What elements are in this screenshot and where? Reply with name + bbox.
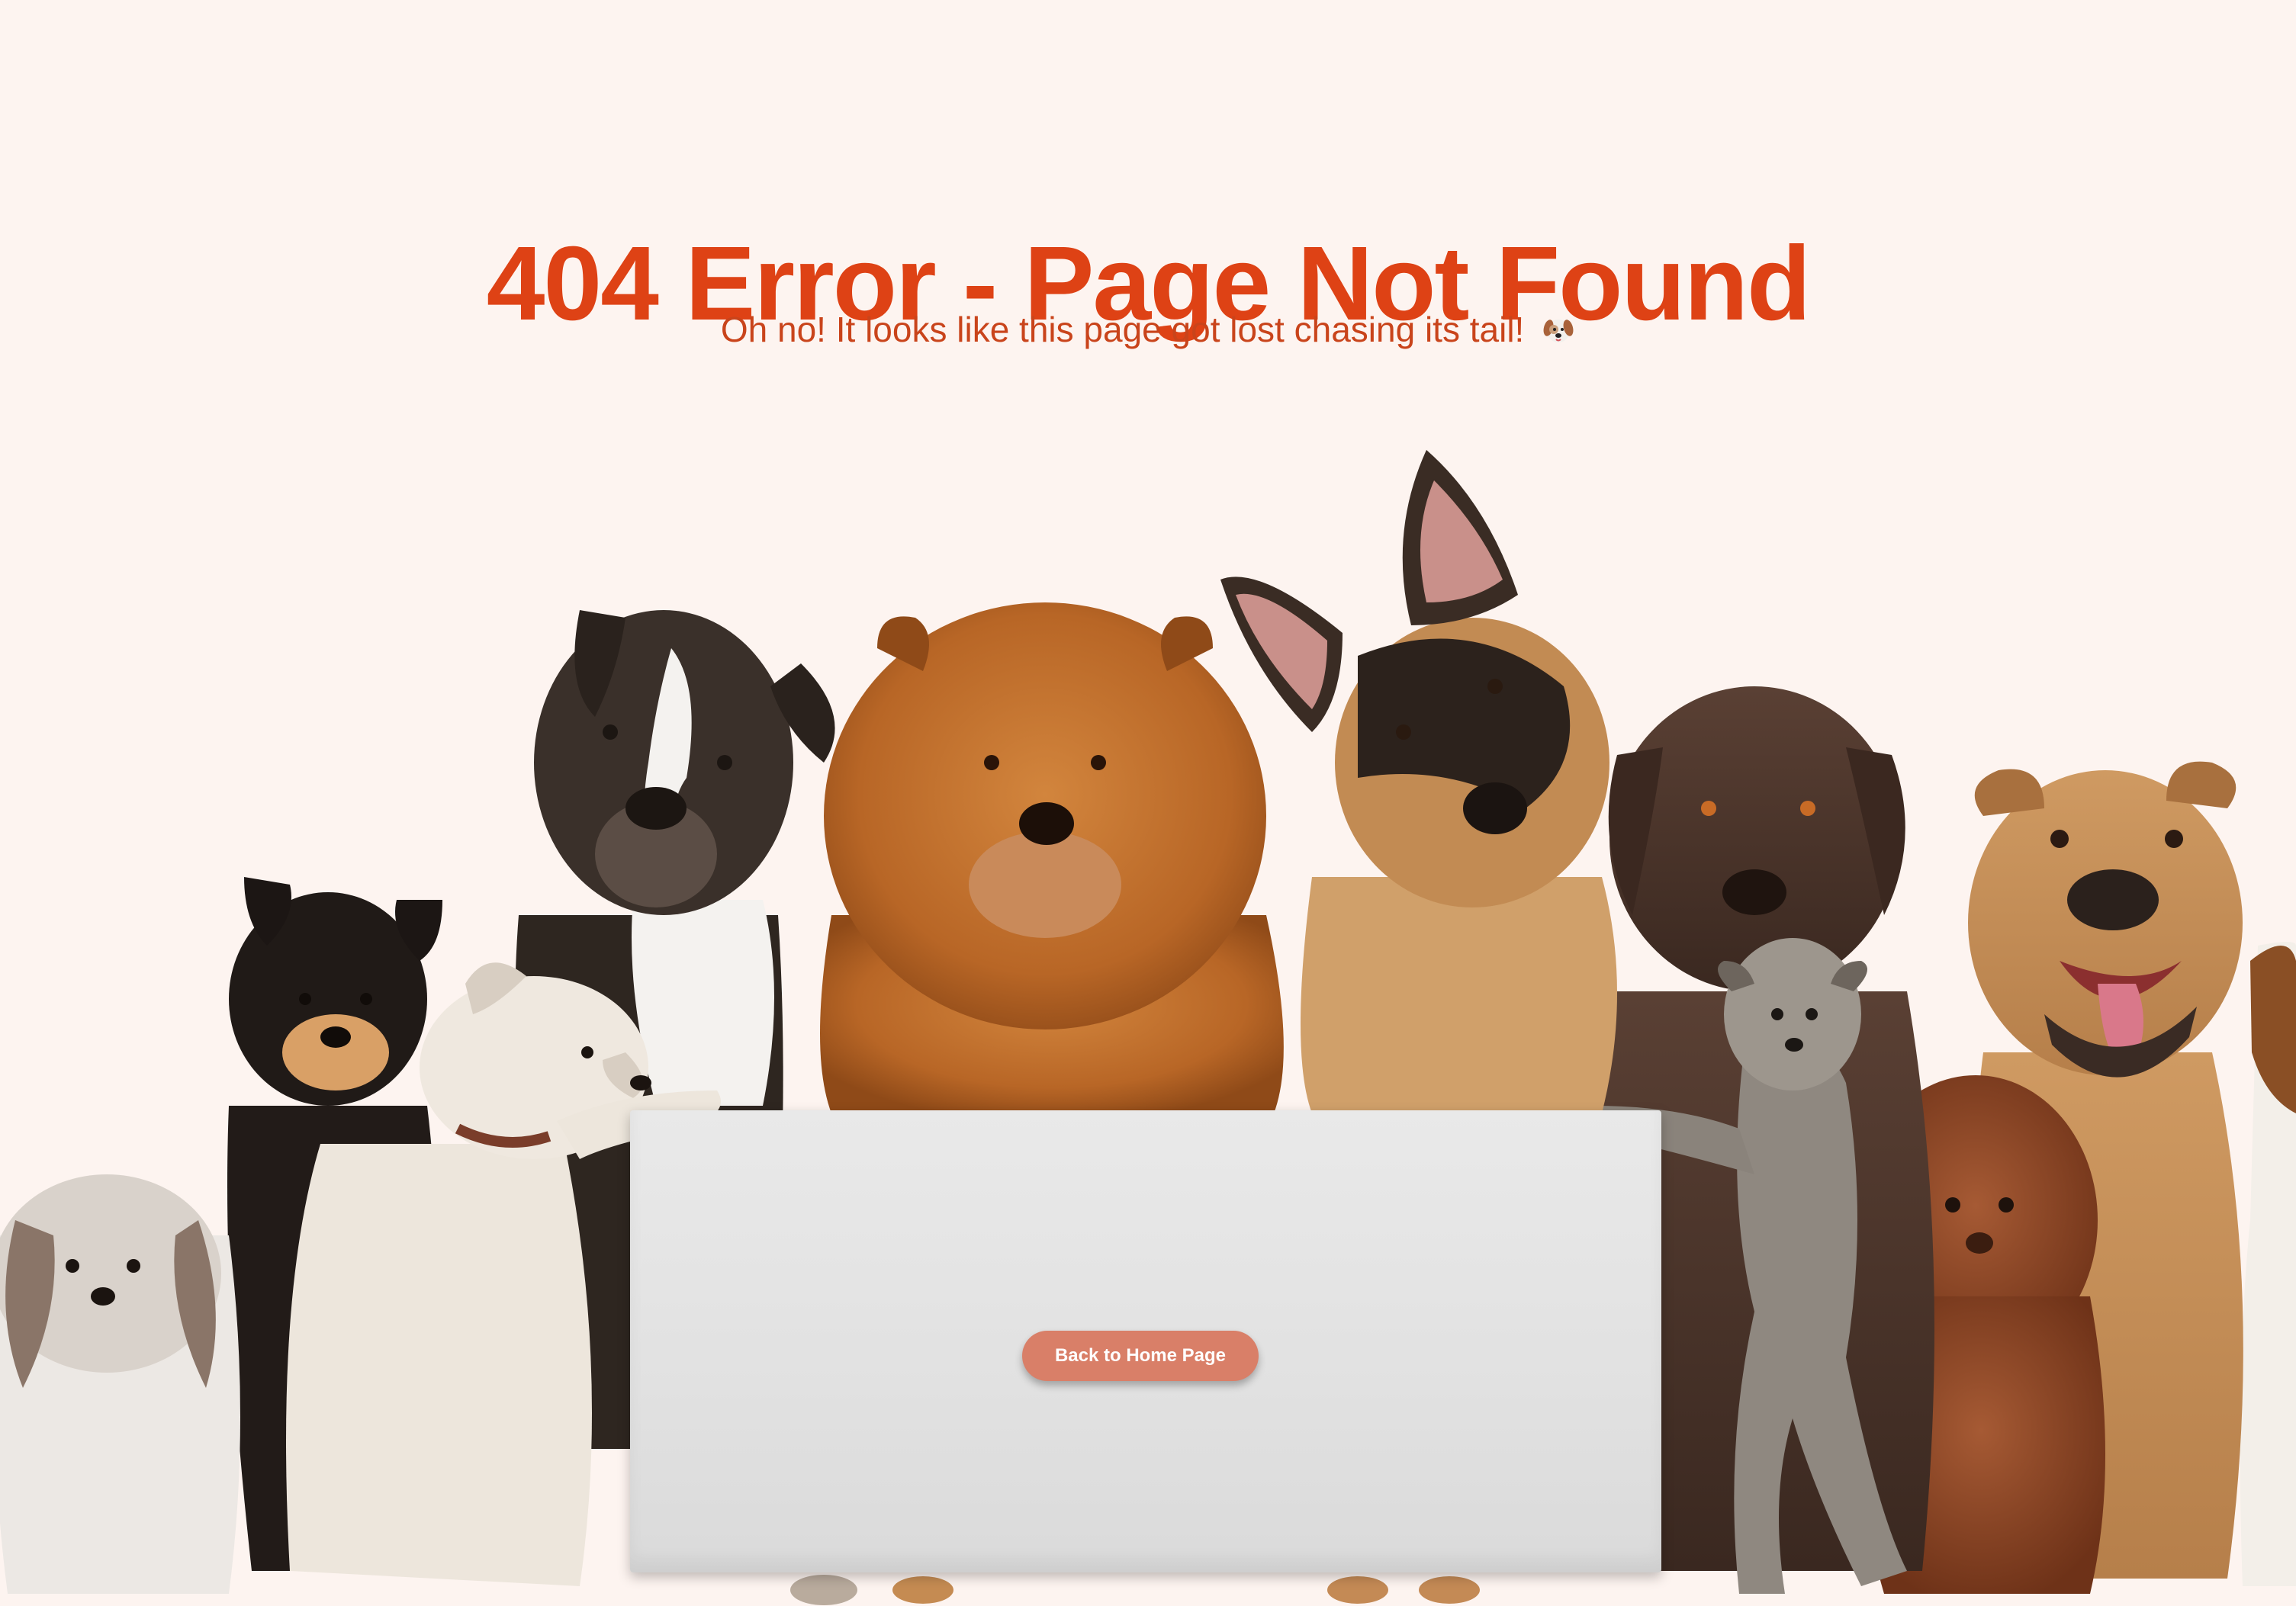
back-to-home-button[interactable]: Back to Home Page bbox=[1022, 1331, 1259, 1381]
front-paws bbox=[790, 1575, 1480, 1605]
chow-chow-dog bbox=[820, 602, 1284, 1113]
shih-tzu-dog bbox=[0, 1174, 240, 1594]
beagle-dog bbox=[2240, 942, 2296, 1586]
error-page: 404 Error - Page Not Found Oh no! It loo… bbox=[0, 0, 2296, 1606]
